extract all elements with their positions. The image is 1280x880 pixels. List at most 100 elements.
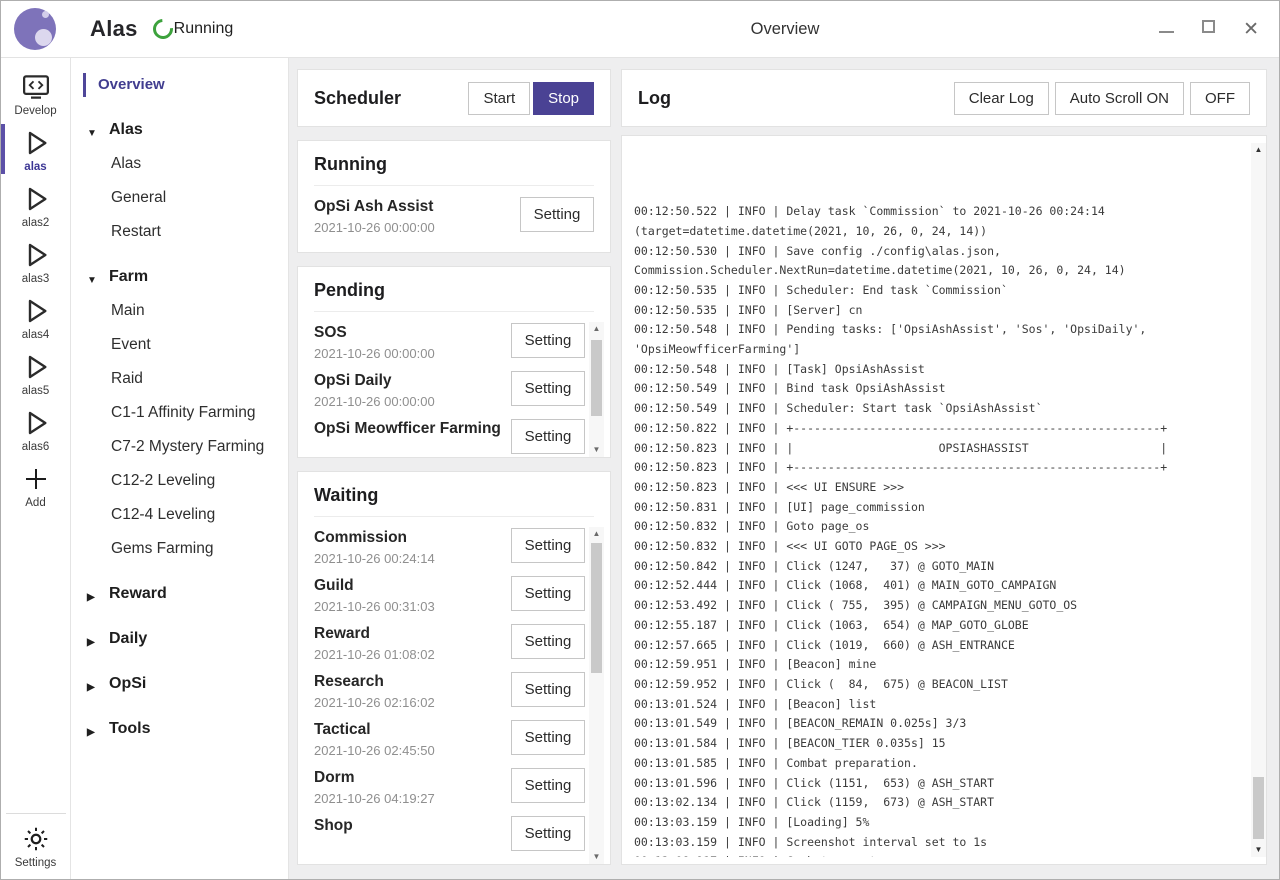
nav-item-label: Farm: [109, 268, 148, 285]
rail-item-alas5[interactable]: alas5: [1, 345, 70, 401]
nav-item-label: C12-2 Leveling: [111, 472, 215, 489]
scroll-down-icon[interactable]: ▼: [1255, 843, 1263, 857]
setting-button[interactable]: Setting: [511, 371, 585, 406]
setting-button[interactable]: Setting: [511, 576, 585, 611]
log-line: 00:12:57.665 | INFO | Click (1019, 660) …: [634, 636, 1249, 656]
nav-item[interactable]: Main: [71, 294, 288, 328]
autoscroll-off-button[interactable]: OFF: [1190, 82, 1250, 115]
log-line: 00:12:50.822 | INFO | +-----------------…: [634, 419, 1249, 439]
rail-item-add[interactable]: Add: [1, 457, 70, 513]
nav-arrow-icon: ▼: [87, 125, 97, 143]
rail-item-alas2[interactable]: alas2: [1, 177, 70, 233]
nav-item[interactable]: Alas: [71, 147, 288, 181]
clear-log-button[interactable]: Clear Log: [954, 82, 1049, 115]
rail-item-settings[interactable]: Settings: [6, 823, 66, 869]
rail-item-alas[interactable]: alas: [1, 121, 70, 177]
setting-button[interactable]: Setting: [511, 768, 585, 803]
scroll-up-icon[interactable]: ▲: [593, 322, 601, 336]
setting-button[interactable]: Setting: [511, 816, 585, 851]
scroll-up-icon[interactable]: ▲: [593, 527, 601, 541]
nav-arrow-icon: ▼: [87, 272, 97, 290]
task-time: 2021-10-26 02:45:50: [314, 743, 505, 758]
nav-item[interactable]: General: [71, 181, 288, 215]
setting-button[interactable]: Setting: [520, 197, 594, 232]
log-line: 00:12:50.522 | INFO | Delay task `Commis…: [634, 202, 1249, 222]
rail-item-develop[interactable]: Develop: [1, 65, 70, 121]
nav-item-label: Alas: [111, 155, 141, 172]
nav-item[interactable]: Restart: [71, 215, 288, 249]
setting-button[interactable]: Setting: [511, 323, 585, 358]
nav-item-label: General: [111, 189, 166, 206]
pending-scrollbar[interactable]: ▲ ▼: [589, 322, 604, 457]
log-line: 00:12:50.823 | INFO | +-----------------…: [634, 458, 1249, 478]
log-line: 00:12:50.831 | INFO | [UI] page_commissi…: [634, 498, 1249, 518]
waiting-title: Waiting: [314, 485, 594, 517]
task-time: 2021-10-26 00:31:03: [314, 599, 505, 614]
task-info: OpSi Meowfficer Farming: [314, 419, 511, 442]
rail-item-alas6[interactable]: alas6: [1, 401, 70, 457]
close-button[interactable]: ✕: [1243, 20, 1259, 39]
rail-item-alas3[interactable]: alas3: [1, 233, 70, 289]
task-info: Research 2021-10-26 02:16:02: [314, 672, 511, 710]
log-line: 00:12:52.444 | INFO | Click (1068, 401) …: [634, 576, 1249, 596]
scroll-down-icon[interactable]: ▼: [593, 443, 601, 457]
scroll-down-icon[interactable]: ▼: [593, 850, 601, 864]
nav-item[interactable]: ▼ Farm: [71, 260, 288, 294]
task-name: OpSi Daily: [314, 371, 505, 391]
nav-item[interactable]: Overview: [71, 68, 288, 102]
scroll-thumb[interactable]: [1253, 777, 1264, 839]
log-line: 00:12:53.492 | INFO | Click ( 755, 395) …: [634, 596, 1249, 616]
task-name: OpSi Ash Assist: [314, 197, 514, 217]
setting-button[interactable]: Setting: [511, 720, 585, 755]
nav-item-label: Reward: [109, 585, 167, 602]
nav-item[interactable]: ▶ Daily: [71, 622, 288, 656]
log-line: 00:13:01.549 | INFO | [BEACON_REMAIN 0.0…: [634, 714, 1249, 734]
minimize-button[interactable]: [1159, 20, 1174, 38]
nav-item[interactable]: ▶ Tools: [71, 712, 288, 746]
setting-button[interactable]: Setting: [511, 419, 585, 454]
log-scrollbar[interactable]: ▲ ▼: [1251, 143, 1266, 857]
scroll-thumb[interactable]: [591, 543, 602, 673]
scroll-thumb[interactable]: [591, 340, 602, 416]
nav-item[interactable]: C12-4 Leveling: [71, 498, 288, 532]
task-info: Dorm 2021-10-26 04:19:27: [314, 768, 511, 806]
titlebar: Alas Running Overview ✕: [1, 1, 1279, 58]
log-lines[interactable]: 00:12:50.522 | INFO | Delay task `Commis…: [634, 143, 1249, 857]
nav-item[interactable]: C1-1 Affinity Farming: [71, 396, 288, 430]
stop-button[interactable]: Stop: [533, 82, 594, 115]
nav-item[interactable]: Gems Farming: [71, 532, 288, 566]
scroll-up-icon[interactable]: ▲: [1255, 143, 1263, 157]
autoscroll-on-button[interactable]: Auto Scroll ON: [1055, 82, 1184, 115]
nav-arrow-icon: ▶: [87, 679, 95, 697]
maximize-button[interactable]: [1202, 20, 1215, 38]
nav-item[interactable]: ▶ Reward: [71, 577, 288, 611]
setting-button[interactable]: Setting: [511, 672, 585, 707]
setting-button[interactable]: Setting: [511, 528, 585, 563]
log-panel: 00:12:50.522 | INFO | Delay task `Commis…: [621, 135, 1267, 865]
nav-item[interactable]: ▶ OpSi: [71, 667, 288, 701]
page-title: Overview: [751, 20, 820, 39]
setting-button[interactable]: Setting: [511, 624, 585, 659]
app-title: Alas: [90, 16, 138, 42]
nav-item[interactable]: Raid: [71, 362, 288, 396]
rail-item-label: alas2: [22, 217, 50, 229]
task-name: Shop: [314, 816, 505, 836]
log-line: 00:12:50.823 | INFO | | OPSIASHASSIST |: [634, 439, 1249, 459]
log-line: 00:12:50.548 | INFO | [Task] OpsiAshAssi…: [634, 360, 1249, 380]
waiting-scrollbar[interactable]: ▲ ▼: [589, 527, 604, 864]
start-button[interactable]: Start: [468, 82, 530, 115]
nav-item[interactable]: C7-2 Mystery Farming: [71, 430, 288, 464]
maximize-icon: [1202, 20, 1215, 33]
nav-item[interactable]: Event: [71, 328, 288, 362]
rail-item-alas4[interactable]: alas4: [1, 289, 70, 345]
nav-item-label: Restart: [111, 223, 161, 240]
minimize-icon: [1159, 31, 1174, 33]
task-row: Tactical 2021-10-26 02:45:50 Setting: [314, 719, 585, 767]
rail-bottom: Settings: [6, 813, 66, 879]
task-time: 2021-10-26 00:00:00: [314, 346, 505, 361]
nav-item-label: Gems Farming: [111, 540, 214, 557]
waiting-task-list: Commission 2021-10-26 00:24:14 Setting G…: [314, 527, 585, 864]
nav-item[interactable]: C12-2 Leveling: [71, 464, 288, 498]
task-row: Research 2021-10-26 02:16:02 Setting: [314, 671, 585, 719]
nav-item[interactable]: ▼ Alas: [71, 113, 288, 147]
